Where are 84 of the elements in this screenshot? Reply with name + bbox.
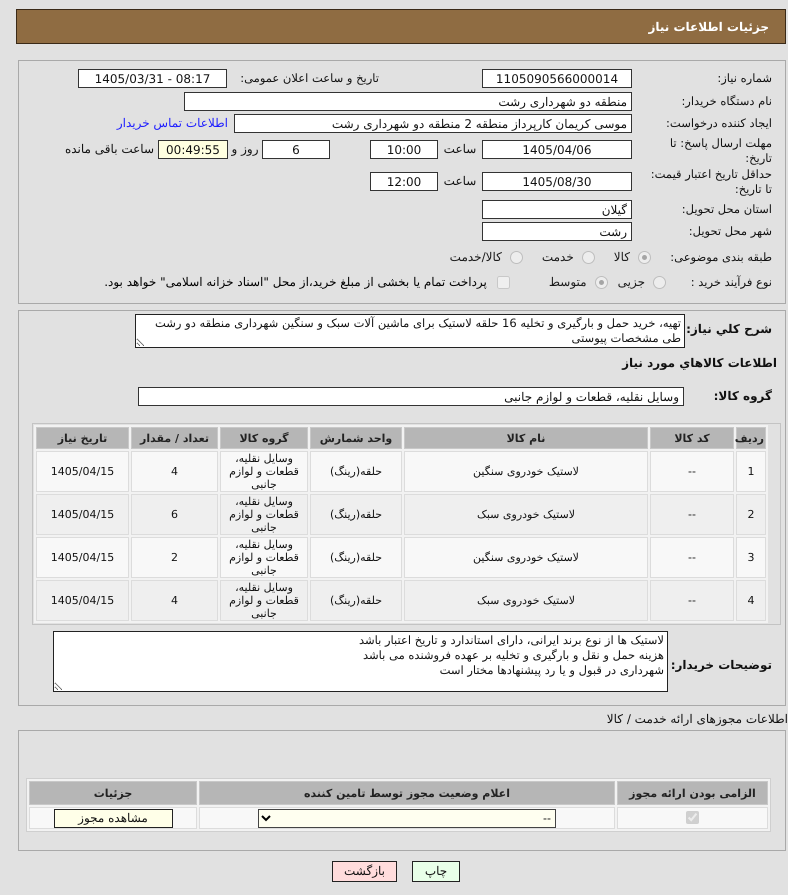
- radio-label: کالا/خدمت: [450, 249, 502, 266]
- column-header: نام کالا: [404, 427, 648, 449]
- column-header: تاریخ نیاز: [36, 427, 129, 449]
- buyer-contact-link[interactable]: اطلاعات تماس خریدار: [116, 114, 228, 133]
- buyer-org-field[interactable]: منطقه دو شهرداری رشت: [184, 92, 632, 111]
- field-label: شماره نیاز:: [717, 71, 772, 85]
- table-cell: 2: [131, 537, 218, 578]
- radio-label: کالا: [614, 249, 630, 266]
- table-cell: وسایل نقلیه، قطعات و لوازم جانبی: [220, 451, 308, 492]
- column-header: کد کالا: [650, 427, 734, 449]
- field-label: شهر محل تحویل:: [688, 224, 772, 238]
- field-label: ایجاد کننده درخواست:: [666, 116, 772, 130]
- table-cell: 1: [736, 451, 766, 492]
- column-header: اعلام وضعیت مجوز توسط تامین کننده: [199, 781, 615, 805]
- buyer-notes-field[interactable]: لاستیک ها از نوع برند ایرانی، دارای استاندارد و تاریخ اعتبار باشد هزینه حمل و نقل و بارگیری و تخلیه بر عهده فروشنده می باشد شهرداری در قبول و یا رد پیشنهادها مختار است: [53, 631, 668, 692]
- section-heading: اطلاعات کالاهاي مورد نياز: [622, 356, 777, 370]
- remaining-time-field[interactable]: 00:49:55: [158, 140, 228, 159]
- table-cell: 1405/04/15: [36, 537, 129, 578]
- field-label: استان محل تحویل:: [682, 202, 772, 216]
- table-cell: حلقه(رینگ): [310, 537, 402, 578]
- table-cell: وسایل نقلیه، قطعات و لوازم جانبی: [220, 537, 308, 578]
- goods-group-label: گروه کالا:: [714, 389, 772, 403]
- time-label: ساعت: [444, 173, 476, 190]
- time-label: ساعت: [444, 141, 476, 158]
- radio-label: خدمت: [542, 249, 574, 266]
- column-header: جزئیات: [29, 781, 197, 805]
- goods-group-field[interactable]: وسایل نقلیه، قطعات و لوازم جانبی: [138, 387, 684, 406]
- deadline-time-field[interactable]: 10:00: [370, 140, 438, 159]
- table-cell: لاستیک خودروی سبک: [404, 580, 648, 621]
- table-cell: 1405/04/15: [36, 580, 129, 621]
- table-cell: حلقه(رینگ): [310, 451, 402, 492]
- column-header: گروه کالا: [220, 427, 308, 449]
- table-cell: لاستیک خودروی سنگین: [404, 537, 648, 578]
- table-cell: --: [650, 580, 734, 621]
- status-select[interactable]: --: [258, 808, 556, 828]
- field-label: نام دستگاه خریدار:: [681, 94, 772, 108]
- print-button[interactable]: چاپ: [412, 861, 460, 882]
- table-cell: 1405/04/15: [36, 494, 129, 535]
- city-field[interactable]: رشت: [482, 222, 632, 241]
- section-heading: اطلاعات مجوزهای ارائه خدمت / کالا: [606, 712, 788, 726]
- table-cell: وسایل نقلیه، قطعات و لوازم جانبی: [220, 494, 308, 535]
- table-cell: 4: [131, 580, 218, 621]
- table-cell: وسایل نقلیه، قطعات و لوازم جانبی: [220, 580, 308, 621]
- days-label: روز و: [232, 141, 258, 158]
- field-label: حداقل تاریخ اعتبار قیمت: تا تاریخ:: [650, 167, 772, 196]
- requester-field[interactable]: موسی کریمان کارپرداز منطقه 2 منطقه دو شهرداری رشت: [234, 114, 632, 133]
- back-button[interactable]: بازگشت: [332, 861, 397, 882]
- table-cell: 2: [736, 494, 766, 535]
- column-header: تعداد / مقدار: [131, 427, 218, 449]
- announcement-date-field[interactable]: 1405/03/31 - 08:17: [78, 69, 227, 88]
- table-cell: لاستیک خودروی سنگین: [404, 451, 648, 492]
- view-license-button[interactable]: مشاهده مجوز: [54, 808, 172, 828]
- table-cell: حلقه(رینگ): [310, 580, 402, 621]
- field-label: مهلت ارسال پاسخ: تا تاریخ:: [670, 136, 772, 165]
- table-cell: 4: [131, 451, 218, 492]
- radio-label: متوسط: [548, 274, 587, 291]
- remaining-label: ساعت باقی مانده: [64, 141, 154, 158]
- field-label: نوع فرآیند خرید :: [690, 275, 772, 289]
- column-header: الزامی بودن ارائه مجوز: [617, 781, 768, 805]
- buyer-notes-label: توضیحات خریدار:: [670, 658, 772, 672]
- province-field[interactable]: گیلان: [482, 200, 632, 219]
- table-cell: 4: [736, 580, 766, 621]
- table-cell: حلقه(رینگ): [310, 494, 402, 535]
- description-label: شرح کلي نياز:: [686, 322, 772, 336]
- validity-time-field[interactable]: 12:00: [370, 172, 438, 191]
- need-number-field[interactable]: 1105090566000014: [482, 69, 632, 88]
- column-header: واحد شمارش: [310, 427, 402, 449]
- page-title: جزئیات اطلاعات نیاز: [648, 20, 769, 34]
- description-field[interactable]: تهیه، خرید حمل و بارگیری و تخلیه 16 حلقه لاستیک برای ماشین آلات سبک و سنگین شهرداری منطقه دو رشت طی مشخصات پیوستی: [135, 314, 685, 348]
- radio-label: جزیی: [618, 274, 645, 291]
- validity-date-field[interactable]: 1405/08/30: [482, 172, 632, 191]
- table-cell: لاستیک خودروی سبک: [404, 494, 648, 535]
- days-field[interactable]: 6: [262, 140, 330, 159]
- field-label: تاریخ و ساعت اعلان عمومی:: [240, 71, 379, 85]
- table-cell: 1405/04/15: [36, 451, 129, 492]
- table-cell: 6: [131, 494, 218, 535]
- deadline-date-field[interactable]: 1405/04/06: [482, 140, 632, 159]
- table-cell: --: [650, 537, 734, 578]
- table-cell: --: [650, 494, 734, 535]
- table-cell: 3: [736, 537, 766, 578]
- checkbox-label: پرداخت تمام یا بخشی از مبلغ خرید،از محل "اسناد خزانه اسلامی" خواهد بود.: [104, 274, 487, 291]
- field-label: طبقه بندی موضوعی:: [670, 250, 772, 264]
- column-header: ردیف: [736, 427, 766, 449]
- table-cell: --: [650, 451, 734, 492]
